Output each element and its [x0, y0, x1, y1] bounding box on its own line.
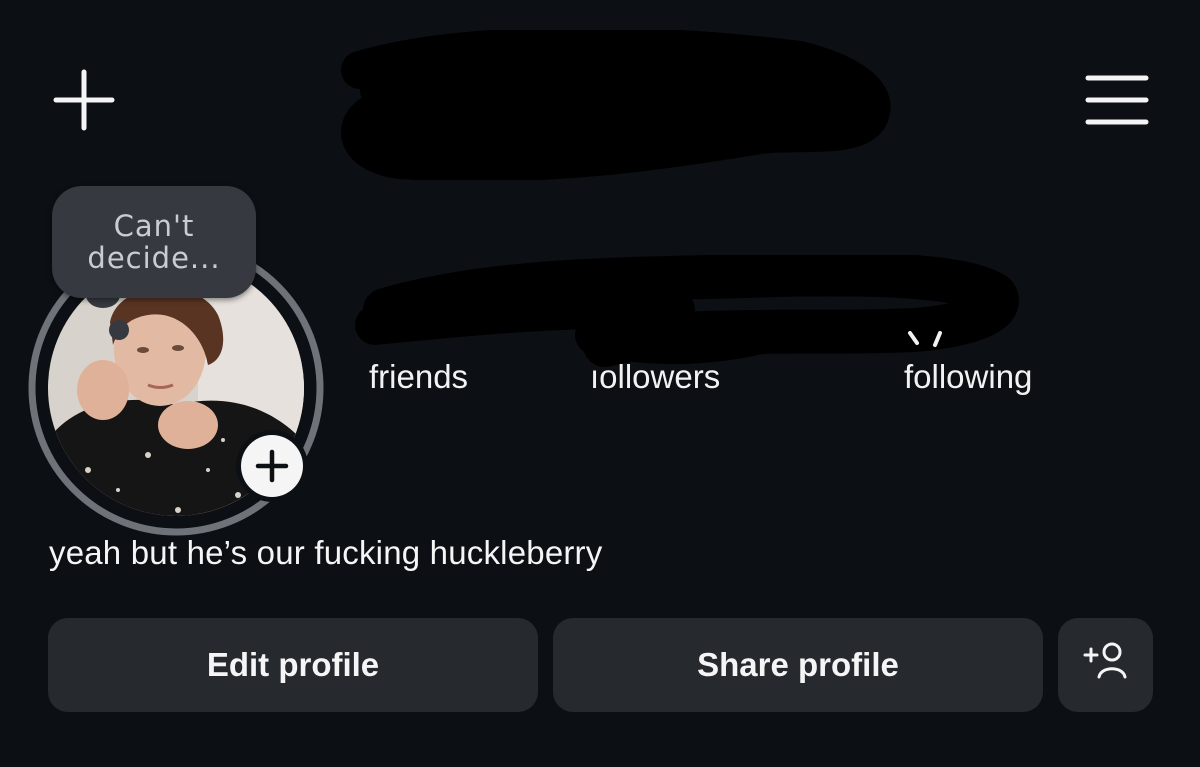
new-post-plus-icon[interactable] [52, 68, 116, 132]
note-bubble[interactable]: Can't decide... [52, 186, 256, 298]
add-story-plus-icon[interactable] [234, 428, 310, 504]
note-text-line1: Can't [113, 209, 195, 243]
share-profile-button[interactable]: Share profile [553, 618, 1043, 712]
profile-bio: yeah but he’s our fucking huckleberry [49, 534, 603, 571]
note-text-line2: decide... [87, 241, 221, 275]
username-redaction [341, 30, 891, 180]
followers-stat-label[interactable]: ıollowers [590, 358, 720, 396]
friends-stat-label[interactable]: friends [369, 358, 468, 396]
add-person-icon [1081, 641, 1131, 689]
note-bubble-tail-small [109, 320, 129, 340]
following-stat-label[interactable]: following [904, 358, 1032, 396]
discover-people-button[interactable] [1058, 618, 1153, 712]
hamburger-menu-icon[interactable] [1084, 72, 1150, 128]
edit-profile-button[interactable]: Edit profile [48, 618, 538, 712]
profile-page: Can't decide... friends ıollowers follow… [0, 0, 1200, 767]
